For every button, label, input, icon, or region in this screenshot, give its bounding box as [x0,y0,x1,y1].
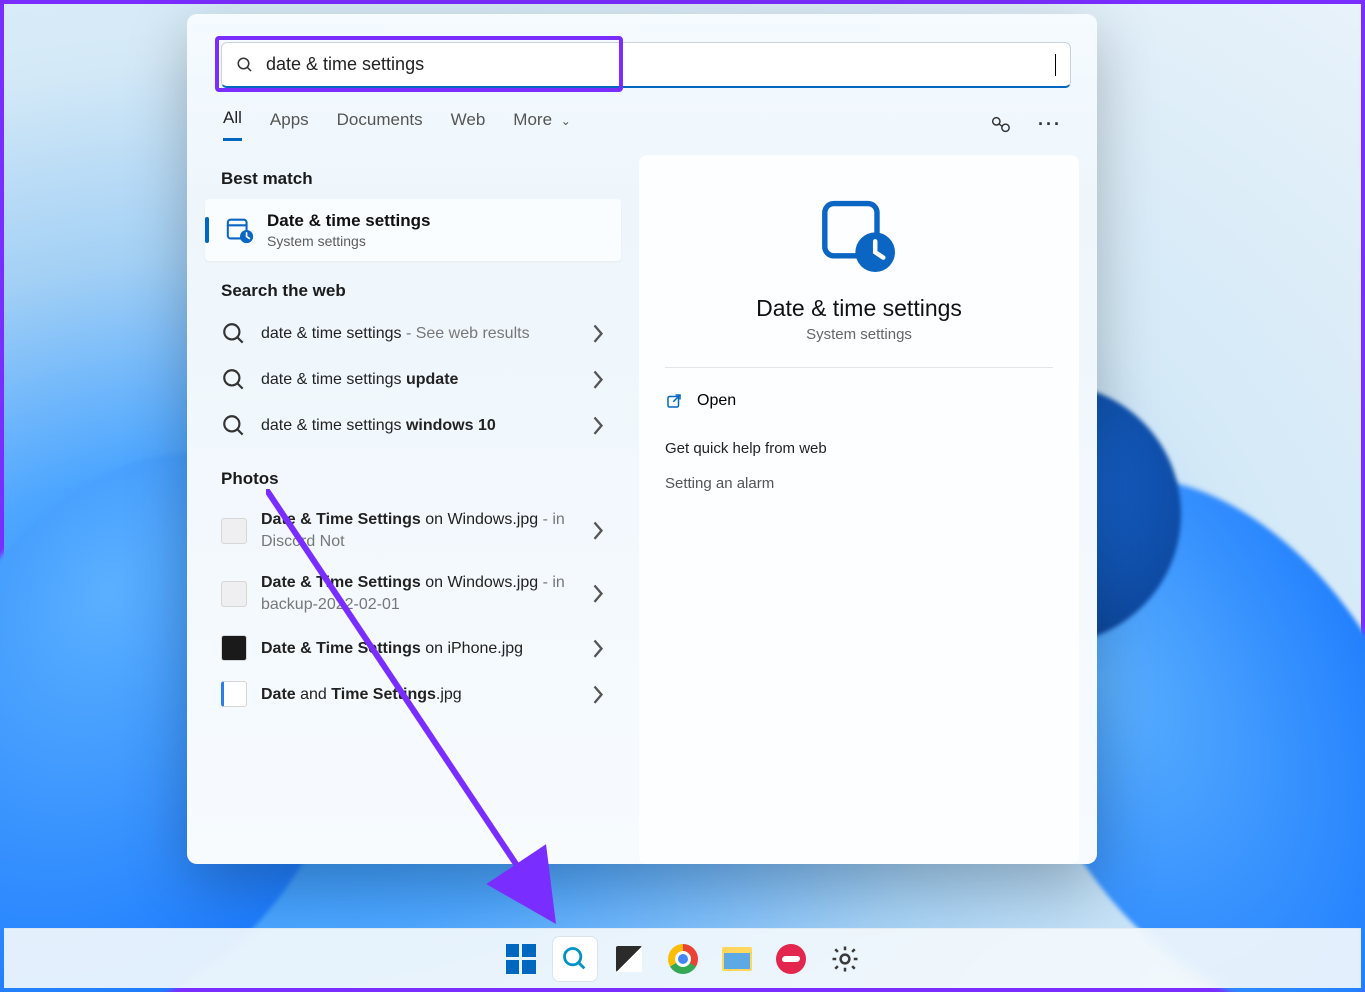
preview-pane: Date & time settings System settings Ope… [639,155,1079,864]
chrome-icon [668,944,698,974]
chevron-right-icon [591,519,605,542]
taskview-icon [616,946,642,972]
more-dots-icon: ··· [1038,114,1062,135]
preview-subtitle: System settings [665,326,1053,343]
quick-help-header: Get quick help from web [665,440,1053,457]
chevron-right-icon [591,414,605,437]
photo-result[interactable]: Date & Time Settings on iPhone.jpg [205,625,621,671]
taskbar-search-button[interactable] [553,937,597,981]
preview-title: Date & time settings [665,295,1053,322]
chevron-down-icon: ⌄ [561,114,571,128]
folder-icon [722,947,752,971]
filter-tabs: All Apps Documents Web More ⌄ ··· [187,96,1097,141]
photo-result-text: Date & Time Settings on Windows.jpg - in… [261,572,577,615]
search-icon [236,56,254,74]
open-action[interactable]: Open [665,382,1053,420]
best-match-subtitle: System settings [267,233,430,249]
section-search-web: Search the web [221,281,621,301]
search-icon [221,321,247,347]
org-search-icon[interactable] [989,114,1011,136]
file-explorer-app[interactable] [715,937,759,981]
web-result[interactable]: date & time settings windows 10 [205,403,621,449]
divider [665,367,1053,368]
tab-all[interactable]: All [223,108,242,141]
image-thumbnail-icon [221,635,247,661]
tab-documents[interactable]: Documents [337,110,423,140]
lips-icon [776,944,806,974]
pinned-app-red[interactable] [769,937,813,981]
chevron-right-icon [591,582,605,605]
open-label: Open [697,392,736,410]
search-icon [221,367,247,393]
search-box[interactable] [221,42,1071,88]
text-caret [1055,54,1056,76]
web-result-text: date & time settings - See web results [261,323,577,345]
results-column: Best match Date & time settings System s… [205,149,625,864]
search-icon [221,413,247,439]
search-icon [561,945,589,973]
help-link-setting-alarm[interactable]: Setting an alarm [665,475,1053,492]
image-thumbnail-icon [221,581,247,607]
chrome-app[interactable] [661,937,705,981]
image-thumbnail-icon [221,518,247,544]
photo-result-text: Date & Time Settings on Windows.jpg - in… [261,509,577,552]
calendar-clock-icon [814,191,904,281]
section-photos: Photos [221,469,621,489]
web-result-text: date & time settings windows 10 [261,415,577,437]
photo-result-text: Date and Time Settings.jpg [261,684,577,706]
gear-icon [830,944,860,974]
best-match-title: Date & time settings [267,211,430,231]
windows-logo-icon [506,944,536,974]
chevron-right-icon [591,683,605,706]
start-search-panel: All Apps Documents Web More ⌄ ··· Best m… [187,14,1097,864]
search-input[interactable] [266,54,1056,75]
photo-result[interactable]: Date & Time Settings on Windows.jpg - in… [205,499,621,562]
calendar-clock-icon [225,215,255,245]
photo-result-text: Date & Time Settings on iPhone.jpg [261,638,577,660]
overflow-menu-button[interactable]: ··· [1039,114,1061,136]
chevron-right-icon [591,368,605,391]
taskbar [4,928,1361,988]
tab-web[interactable]: Web [451,110,486,140]
image-thumbnail-icon [221,681,247,707]
chevron-right-icon [591,637,605,660]
photo-result[interactable]: Date and Time Settings.jpg [205,671,621,717]
web-result[interactable]: date & time settings update [205,357,621,403]
web-result-text: date & time settings update [261,369,577,391]
best-match-result[interactable]: Date & time settings System settings [205,199,621,261]
chevron-right-icon [591,322,605,345]
settings-app[interactable] [823,937,867,981]
start-button[interactable] [499,937,543,981]
section-best-match: Best match [221,169,621,189]
tab-more-label: More [513,110,552,129]
tab-more[interactable]: More ⌄ [513,110,571,140]
photo-result[interactable]: Date & Time Settings on Windows.jpg - in… [205,562,621,625]
web-result[interactable]: date & time settings - See web results [205,311,621,357]
tab-apps[interactable]: Apps [270,110,309,140]
search-row [187,14,1097,96]
taskview-button[interactable] [607,937,651,981]
open-external-icon [665,392,683,410]
